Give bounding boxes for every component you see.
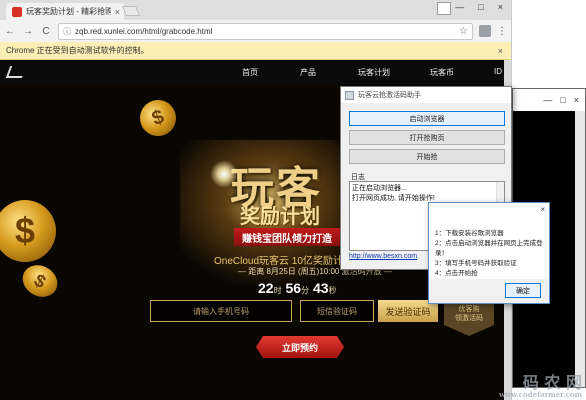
countdown-unit: 时 (273, 286, 282, 295)
message-line: 4：点击开始抢 (435, 270, 478, 278)
coin-icon: $ (0, 200, 56, 262)
phone-input[interactable]: 请输入手机号码 (150, 300, 292, 322)
nav-products[interactable]: 产品 (300, 67, 316, 78)
badge-line: 领激活码 (455, 315, 483, 322)
url-text[interactable]: zqb.red.xunlei.com/html/grabcode.html (75, 27, 455, 36)
hero-ribbon: 赚钱宝团队倾力打造 (234, 228, 350, 246)
extension-icon[interactable] (479, 25, 491, 37)
nav-plan[interactable]: 玩客计划 (358, 67, 390, 78)
message-line: 2：点击启动浏览器并在网页上完成登录！ (435, 240, 543, 258)
address-bar[interactable]: ⓘ zqb.red.xunlei.com/html/grabcode.html … (58, 22, 473, 40)
website-link[interactable]: http://www.besxn.com (349, 253, 417, 260)
reserve-button[interactable]: 立即预约 (256, 336, 344, 358)
nav-home[interactable]: 首页 (242, 67, 258, 78)
open-page-button[interactable]: 打开抢购页 (349, 130, 505, 145)
message-line: 1：下载安装谷歌浏览器 (435, 230, 504, 237)
close-icon[interactable]: × (498, 2, 503, 12)
watermark-url: www.codefarmer.com (498, 390, 582, 399)
tool-titlebar[interactable]: 玩客云抢激活码助手 (341, 87, 511, 103)
countdown-unit: 秒 (328, 286, 337, 295)
badge-line: 优客购 (458, 305, 480, 313)
promo-line: OneCloud玩客云 10亿奖励计 (214, 256, 343, 267)
automation-infobar: Chrome 正在受到自动测试软件的控制。 × (0, 42, 511, 60)
sparkle (210, 160, 238, 188)
site-nav: 首页 产品 玩客计划 玩客币 ID (0, 60, 511, 84)
ok-button[interactable]: 确定 (505, 283, 541, 298)
message-dialog[interactable]: × 1：下载安装谷歌浏览器 2：点击启动浏览器并在网页上完成登录！ 3：填写手机… (428, 202, 550, 304)
minimize-icon[interactable]: — (543, 95, 552, 105)
hero-subtitle: 奖励计划 (240, 204, 320, 228)
browser-toolbar: ← → C ⓘ zqb.red.xunlei.com/html/grabcode… (0, 20, 511, 42)
watermark: 码 农 网 www.codefarmer.com (498, 375, 582, 399)
countdown: 22时 56分 43秒 (258, 280, 337, 296)
site-logo[interactable] (5, 66, 27, 78)
start-grab-button[interactable]: 开始抢 (349, 149, 505, 164)
infobar-text: Chrome 正在受到自动测试软件的控制。 (6, 46, 149, 55)
message-body: 1：下载安装谷歌浏览器 2：点击启动浏览器并在网页上完成登录！ 3：填写手机号码… (435, 229, 549, 279)
console-titlebar[interactable]: — □ × (513, 89, 585, 111)
nav-id[interactable]: ID (494, 67, 502, 76)
maximize-icon[interactable]: □ (560, 95, 565, 105)
profile-button[interactable] (437, 2, 451, 15)
reload-icon[interactable]: C (40, 26, 52, 37)
browser-tab[interactable]: 玩客奖励计划 - 精彩抢购 × (6, 3, 124, 20)
tab-strip: 玩客奖励计划 - 精彩抢购 × — □ × (0, 0, 511, 20)
close-icon[interactable]: × (574, 95, 579, 105)
sms-code-input[interactable]: 短信验证码 (300, 300, 374, 322)
menu-icon[interactable]: ⋮ (497, 26, 507, 37)
coin-icon: $ (134, 94, 182, 142)
close-icon[interactable]: × (540, 205, 545, 214)
bookmark-star-icon[interactable]: ☆ (459, 26, 468, 37)
new-tab-button[interactable] (122, 6, 140, 16)
back-icon[interactable]: ← (4, 26, 16, 37)
window-controls: — □ × (455, 2, 503, 12)
maximize-icon[interactable]: □ (478, 2, 483, 12)
nav-coin[interactable]: 玩客币 (430, 67, 454, 78)
infobar-close-icon[interactable]: × (498, 46, 503, 56)
tab-close-icon[interactable]: × (115, 7, 120, 17)
coin-icon: $ (16, 259, 64, 303)
favicon-icon (12, 6, 22, 17)
forward-icon[interactable]: → (22, 26, 34, 37)
minimize-icon[interactable]: — (455, 2, 464, 12)
message-line: 3：填写手机号码并获取验证 (435, 260, 517, 268)
info-icon[interactable]: ⓘ (63, 26, 71, 37)
app-icon (345, 90, 354, 100)
tab-title: 玩客奖励计划 - 精彩抢购 (26, 7, 111, 16)
tool-title: 玩客云抢激活码助手 (358, 92, 421, 99)
log-line: 正在启动浏览器... (352, 185, 407, 192)
countdown-minutes: 56 (285, 280, 302, 296)
console-scrollbar[interactable] (575, 111, 585, 387)
countdown-hours: 22 (258, 280, 274, 296)
launch-browser-button[interactable]: 启动浏览器 (349, 111, 505, 126)
dialog-footer: 确定 (429, 279, 549, 303)
countdown-seconds: 43 (312, 280, 329, 296)
countdown-unit: 分 (301, 286, 310, 295)
